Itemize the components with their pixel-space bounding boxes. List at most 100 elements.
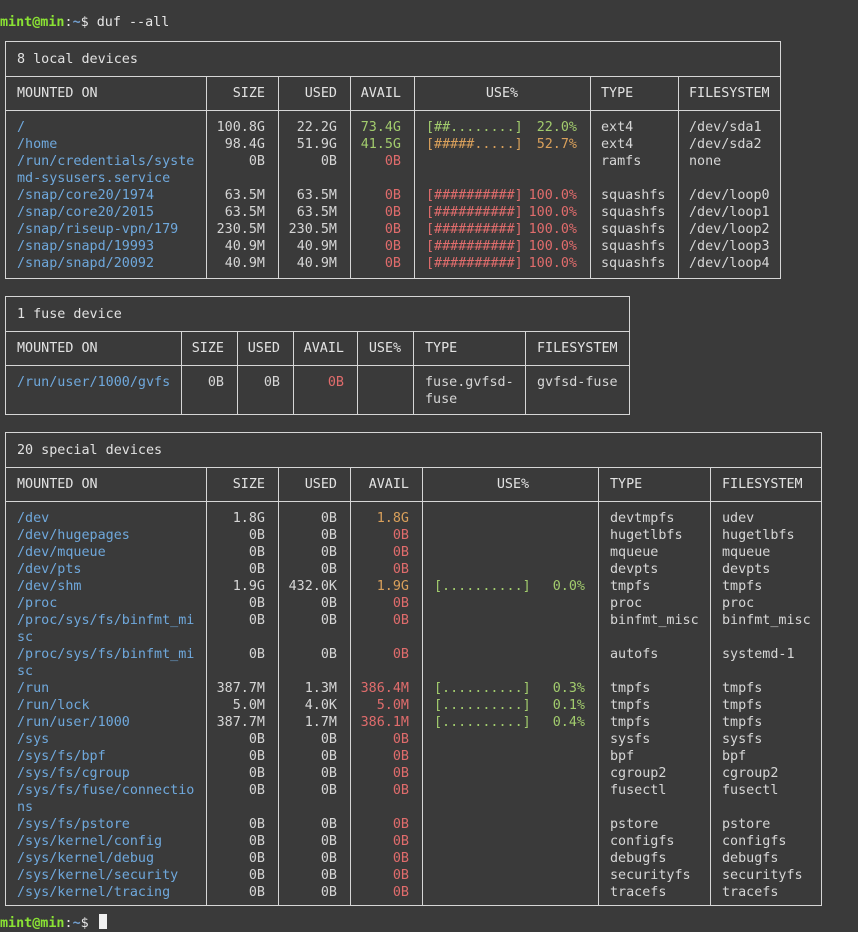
column-header[interactable]: USE% xyxy=(497,476,529,493)
column-header[interactable]: MOUNTED ON xyxy=(17,476,98,493)
fs-type: bpf xyxy=(610,749,635,764)
used-value: 0B xyxy=(320,596,337,611)
mount-point: /sys/kernel/tracing xyxy=(17,885,171,900)
avail-value: 0B xyxy=(384,154,401,169)
panel-title: 8 local devices xyxy=(17,52,138,67)
column-header[interactable]: SIZE xyxy=(192,340,224,357)
fs-type: ext4 xyxy=(601,137,634,152)
prompt-separator: : xyxy=(64,15,73,30)
column-header[interactable]: TYPE xyxy=(425,340,457,357)
size-value: 0B xyxy=(248,885,265,900)
size-value: 0B xyxy=(248,154,265,169)
size-value: 40.9M xyxy=(224,256,265,271)
column-header[interactable]: SIZE xyxy=(233,85,265,102)
size-value: 0B xyxy=(248,817,265,832)
mount-point: /snap/snapd/19993 xyxy=(17,239,155,254)
mount-point: /dev xyxy=(17,511,50,526)
usage-percent: 100.0% xyxy=(528,239,577,254)
column-divider xyxy=(357,331,358,414)
column-header[interactable]: FILESYSTEM xyxy=(537,340,618,357)
fs-type: mqueue xyxy=(610,545,659,560)
filesystem: tmpfs xyxy=(722,715,763,730)
column-header[interactable]: TYPE xyxy=(610,476,642,493)
mount-point: /dev/hugepages xyxy=(17,528,130,543)
avail-value: 1.9G xyxy=(376,579,409,594)
filesystem: proc xyxy=(722,596,755,611)
column-divider xyxy=(350,467,351,905)
size-value: 0B xyxy=(248,528,265,543)
panel-title: 20 special devices xyxy=(17,443,163,458)
table-divider xyxy=(6,110,780,111)
avail-value: 0B xyxy=(392,528,409,543)
usage-bar: [#####.....] xyxy=(426,137,523,152)
used-value: 40.9M xyxy=(296,239,337,254)
column-header[interactable]: TYPE xyxy=(601,85,633,102)
filesystem: /dev/loop1 xyxy=(689,205,770,220)
column-header[interactable]: AVAIL xyxy=(304,340,344,357)
fs-type: cgroup2 xyxy=(610,766,667,781)
fs-type: squashfs xyxy=(601,222,666,237)
filesystem: /dev/loop0 xyxy=(689,188,770,203)
size-value: 0B xyxy=(248,562,265,577)
column-divider xyxy=(350,76,351,278)
size-value: 0B xyxy=(248,596,265,611)
mount-point: /dev/shm xyxy=(17,579,82,594)
prompt-path: ~ xyxy=(72,15,81,30)
used-value: 0B xyxy=(320,834,337,849)
mount-point: / xyxy=(17,120,26,135)
table-divider xyxy=(6,331,629,332)
avail-value: 41.5G xyxy=(360,137,401,152)
usage-bar: [..........] xyxy=(434,698,531,713)
used-value: 230.5M xyxy=(288,222,337,237)
size-value: 230.5M xyxy=(216,222,265,237)
size-value: 387.7M xyxy=(216,681,265,696)
filesystem: devpts xyxy=(722,562,771,577)
column-divider xyxy=(710,467,711,905)
column-header[interactable]: USED xyxy=(305,476,337,493)
mount-point: sc xyxy=(17,664,34,679)
size-value: 0B xyxy=(248,834,265,849)
prompt-line-2: mint@min:~$ xyxy=(0,914,107,931)
column-divider xyxy=(237,331,238,414)
column-header[interactable]: MOUNTED ON xyxy=(17,85,98,102)
fs-type: sysfs xyxy=(610,732,651,747)
column-header[interactable]: USE% xyxy=(369,340,401,357)
table-divider xyxy=(6,365,629,366)
prompt-user: mint@min xyxy=(0,15,65,30)
column-header[interactable]: FILESYSTEM xyxy=(689,85,770,102)
column-header[interactable]: USE% xyxy=(486,85,518,102)
avail-value: 0B xyxy=(384,256,401,271)
fs-type: proc xyxy=(610,596,643,611)
usage-percent: 0.0% xyxy=(552,579,585,594)
column-header[interactable]: MOUNTED ON xyxy=(17,340,98,357)
column-header[interactable]: SIZE xyxy=(233,476,265,493)
filesystem: binfmt_misc xyxy=(722,613,811,628)
column-header[interactable]: AVAIL xyxy=(361,85,401,102)
filesystem: sysfs xyxy=(722,732,763,747)
fs-type: squashfs xyxy=(601,188,666,203)
filesystem: debugfs xyxy=(722,851,779,866)
column-header[interactable]: AVAIL xyxy=(369,476,409,493)
fs-type: autofs xyxy=(610,647,659,662)
usage-bar: [..........] xyxy=(434,715,531,730)
usage-percent: 0.4% xyxy=(552,715,585,730)
used-value: 22.2G xyxy=(296,120,337,135)
usage-bar: [##########] xyxy=(426,239,523,254)
size-value: 1.8G xyxy=(232,511,265,526)
usage-percent: 22.0% xyxy=(536,120,577,135)
mount-point: /snap/core20/2015 xyxy=(17,205,155,220)
used-value: 0B xyxy=(320,545,337,560)
terminal-cursor[interactable] xyxy=(98,914,107,929)
column-divider xyxy=(598,467,599,905)
column-header[interactable]: USED xyxy=(248,340,280,357)
mount-point: /proc/sys/fs/binfmt_mi xyxy=(17,647,195,662)
mount-point: /run xyxy=(17,681,50,696)
column-divider xyxy=(278,76,279,278)
column-divider xyxy=(422,467,423,905)
filesystem: tmpfs xyxy=(722,579,763,594)
column-header[interactable]: USED xyxy=(305,85,337,102)
used-value: 63.5M xyxy=(296,205,337,220)
used-value: 0B xyxy=(320,851,337,866)
mount-point: /sys/kernel/debug xyxy=(17,851,155,866)
column-header[interactable]: FILESYSTEM xyxy=(722,476,803,493)
